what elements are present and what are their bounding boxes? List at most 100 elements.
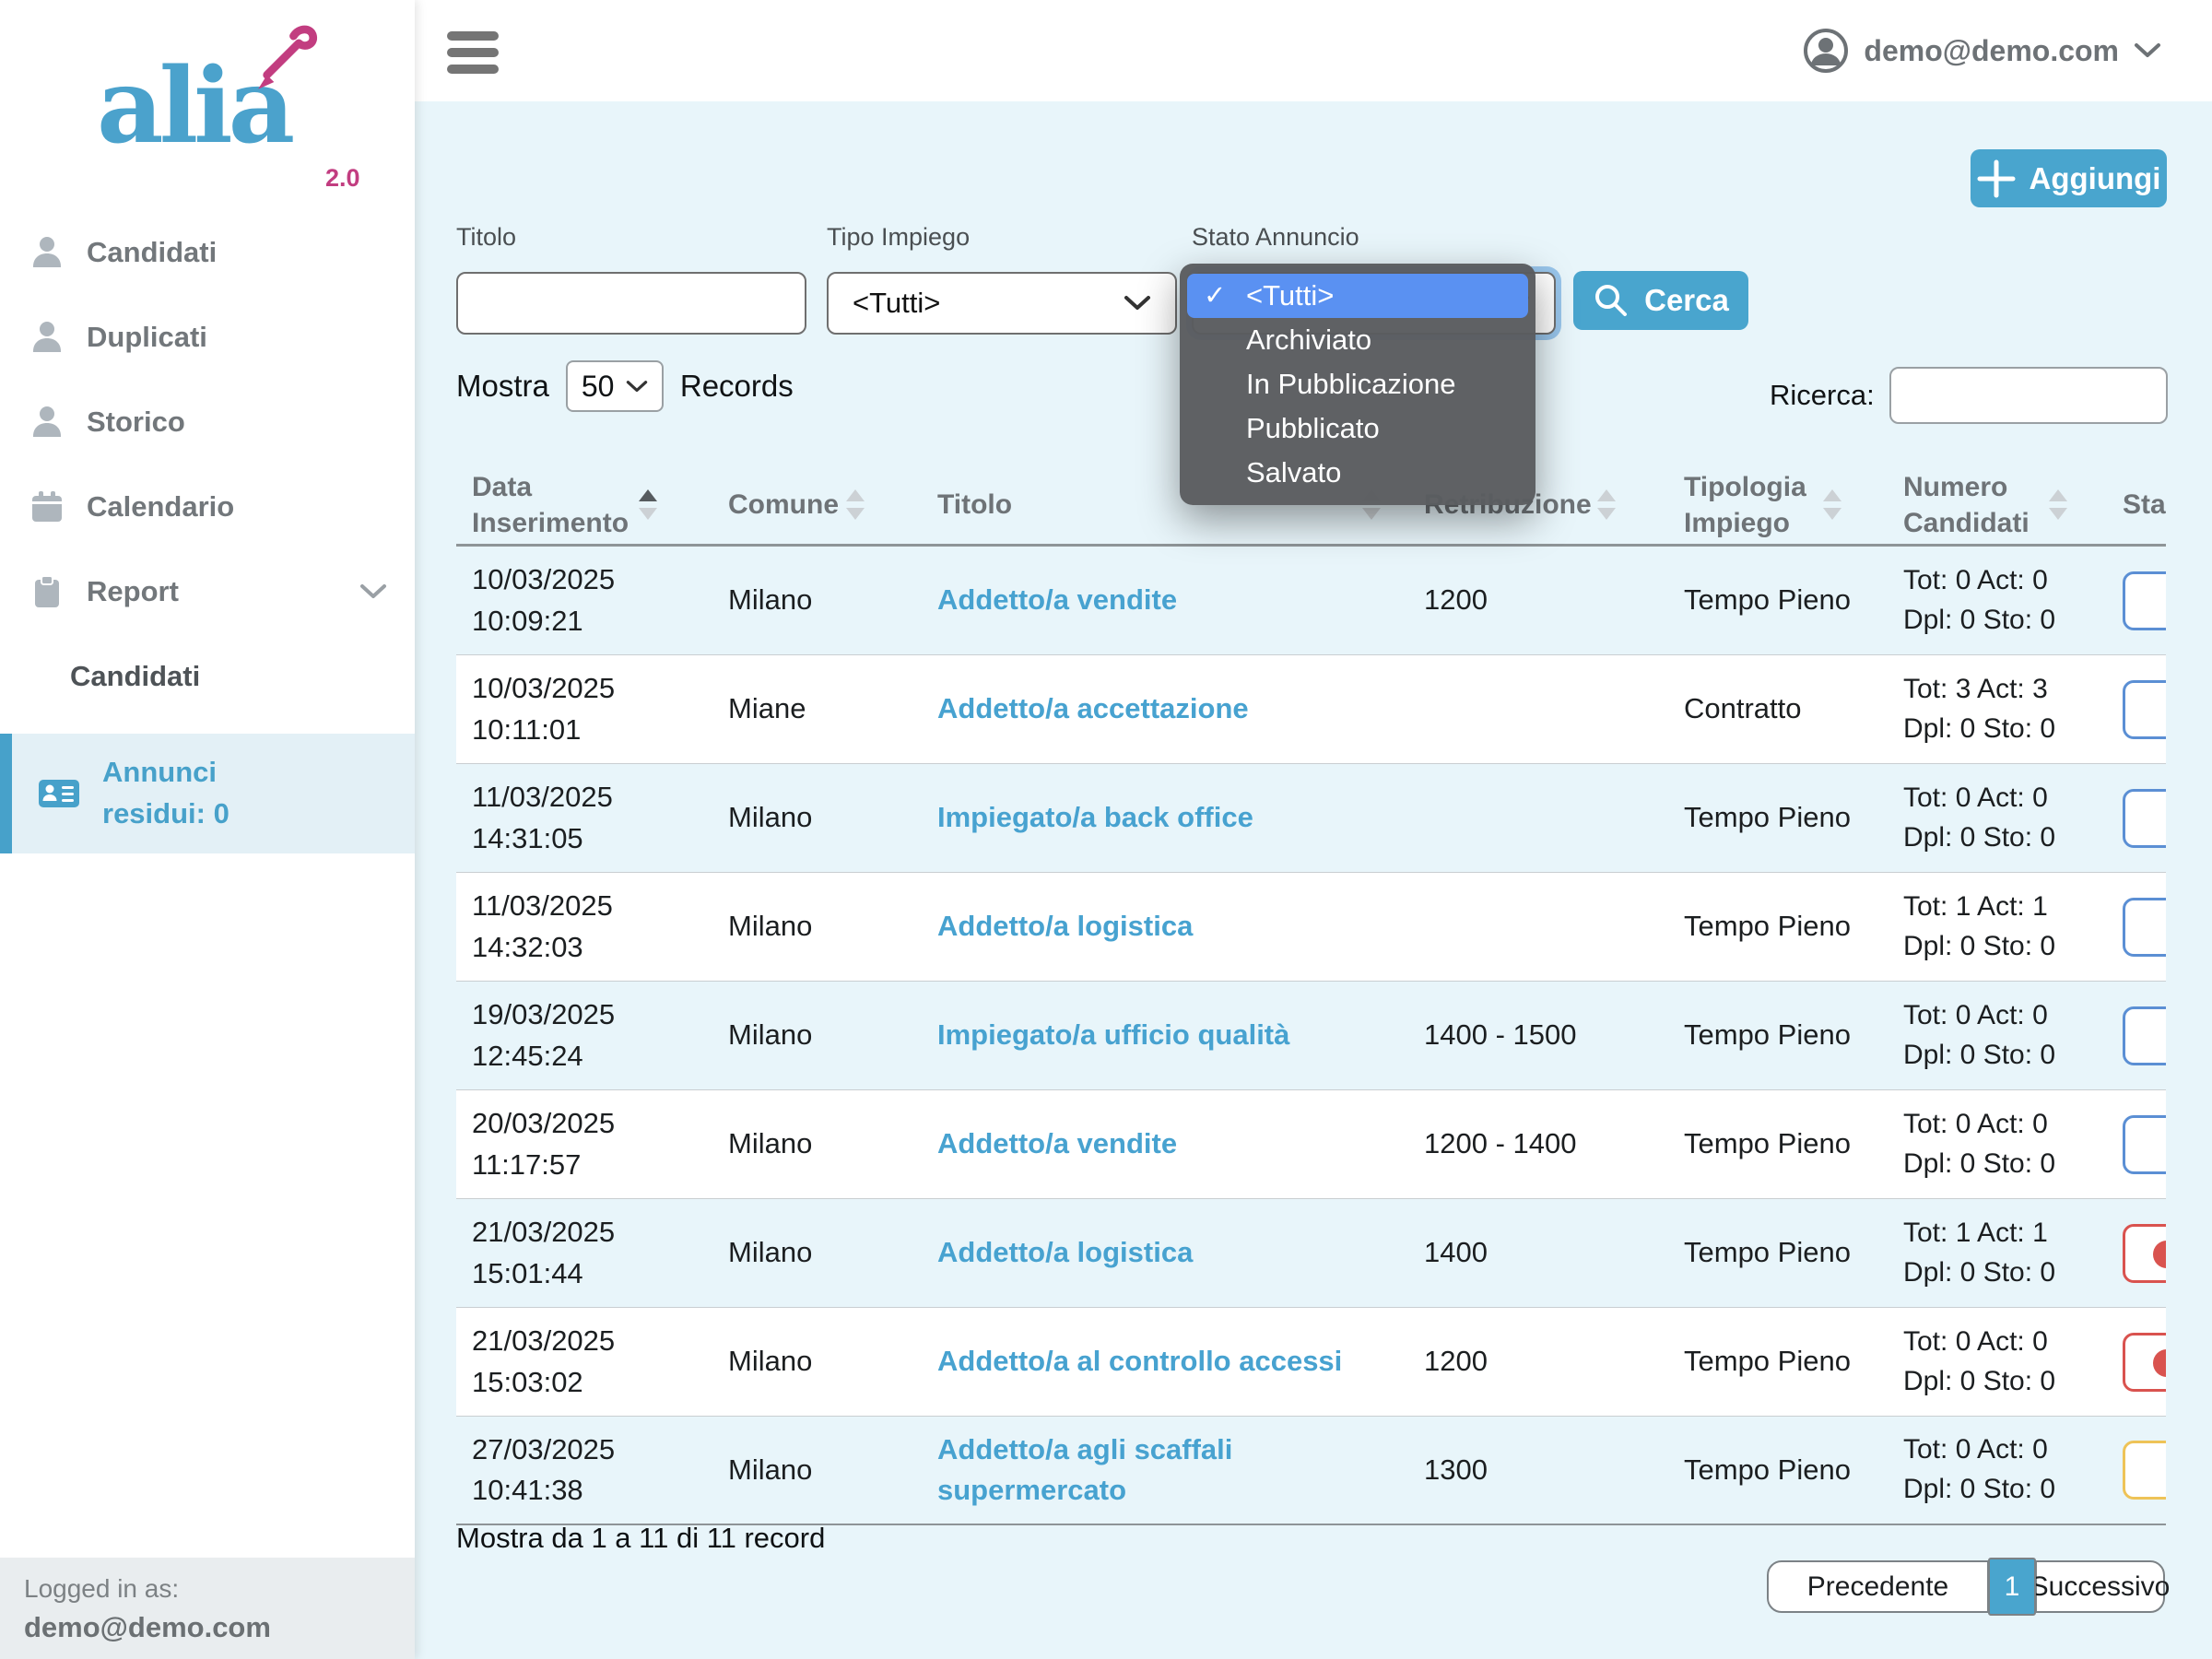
next-page-button[interactable]: Successivo: [2035, 1560, 2165, 1613]
column-header[interactable]: Data Inserimento: [456, 465, 687, 544]
tipo-impiego-select[interactable]: <Tutti>: [827, 272, 1177, 335]
chevron-down-icon: [2134, 42, 2161, 59]
sort-arrows-icon: [1597, 489, 1616, 520]
previous-page-button[interactable]: Precedente: [1767, 1560, 1989, 1613]
sidebar-item-candidati[interactable]: Candidati: [0, 210, 415, 295]
cell-stato: [2097, 547, 2166, 654]
sidebar: alia 2.0 Candidati Duplicati Storico Cal…: [0, 0, 415, 1659]
stato-annuncio-label: Stato Annuncio: [1192, 223, 1556, 252]
sort-arrows-icon: [639, 489, 657, 520]
stato-button[interactable]: [2123, 1115, 2166, 1174]
sidebar-item-label: Calendario: [87, 490, 234, 524]
stato-option[interactable]: Salvato: [1187, 451, 1528, 495]
table-row[interactable]: 10/03/202510:11:01 Miane Addetto/a accet…: [456, 655, 2166, 764]
calendar-icon: [29, 489, 65, 524]
cell-stato: [2097, 655, 2166, 763]
sidebar-item-calendario[interactable]: Calendario: [0, 465, 415, 549]
titolo-label: Titolo: [456, 223, 806, 252]
cell-numero-candidati: Tot: 0 Act: 0 Dpl: 0 Sto: 0: [1871, 1417, 2097, 1524]
table-row[interactable]: 11/03/202514:32:03 Milano Addetto/a logi…: [456, 873, 2166, 982]
user-circle-icon: [1803, 28, 1849, 74]
sidebar-item-label: Storico: [87, 406, 185, 439]
stato-option[interactable]: Archiviato: [1187, 318, 1528, 362]
annuncio-link[interactable]: Addetto/a logistica: [937, 906, 1193, 947]
sidebar-subitem-candidati[interactable]: Candidati: [0, 634, 415, 719]
annuncio-link[interactable]: Addetto/a agli scaffali supermercato: [937, 1430, 1410, 1511]
cell-numero-candidati: Tot: 0 Act: 0 Dpl: 0 Sto: 0: [1871, 1308, 2097, 1416]
stato-option[interactable]: ✓<Tutti>: [1187, 274, 1528, 318]
cell-numero-candidati: Tot: 1 Act: 1 Dpl: 0 Sto: 0: [1871, 873, 2097, 981]
column-header[interactable]: Numero Candidati: [1871, 465, 2097, 544]
column-header: Stato: [2097, 465, 2166, 544]
table-row[interactable]: 11/03/202514:31:05 Milano Impiegato/a ba…: [456, 764, 2166, 873]
app-logo[interactable]: alia 2.0: [97, 55, 373, 203]
sidebar-item-duplicati[interactable]: Duplicati: [0, 295, 415, 380]
annuncio-link[interactable]: Impiegato/a back office: [937, 797, 1253, 838]
cell-retribuzione: 1300: [1410, 1417, 1645, 1524]
current-page-button[interactable]: 1: [1988, 1558, 2036, 1616]
cell-comune: Milano: [687, 1090, 894, 1198]
sidebar-item-storico[interactable]: Storico: [0, 380, 415, 465]
cell-data-inserimento: 19/03/202512:45:24: [456, 982, 687, 1089]
stato-button[interactable]: [2123, 680, 2166, 739]
filter-tipo-impiego: Tipo Impiego <Tutti>: [827, 223, 1177, 335]
stato-button[interactable]: [2123, 1333, 2166, 1392]
stato-option[interactable]: In Pubblicazione: [1187, 362, 1528, 406]
annuncio-link[interactable]: Addetto/a vendite: [937, 580, 1177, 620]
table-row[interactable]: 27/03/202510:41:38 Milano Addetto/a agli…: [456, 1417, 2166, 1525]
pencil-icon: [237, 17, 325, 105]
column-header-label: Stato: [2123, 487, 2166, 523]
sort-arrows-icon: [1823, 489, 1841, 520]
stato-button[interactable]: [2123, 898, 2166, 957]
filter-titolo: Titolo: [456, 223, 806, 335]
sidebar-item-report[interactable]: Report: [0, 549, 415, 634]
stato-option[interactable]: Pubblicato: [1187, 406, 1528, 451]
annuncio-link[interactable]: Addetto/a al controllo accessi: [937, 1341, 1342, 1382]
mostra-label: Mostra: [456, 369, 549, 404]
cell-comune: Milano: [687, 873, 894, 981]
search-button[interactable]: Cerca: [1573, 271, 1748, 330]
cell-comune: Milano: [687, 1308, 894, 1416]
table-row[interactable]: 10/03/202510:09:21 Milano Addetto/a vend…: [456, 547, 2166, 655]
cell-data-inserimento: 10/03/202510:11:01: [456, 655, 687, 763]
table-row[interactable]: 21/03/202515:03:02 Milano Addetto/a al c…: [456, 1308, 2166, 1417]
cell-comune: Milano: [687, 547, 894, 654]
stato-button[interactable]: [2123, 789, 2166, 848]
sidebar-item-annunci[interactable]: Annunci residui: 0: [0, 734, 415, 853]
add-button-label: Aggiungi: [2030, 161, 2161, 196]
stato-button[interactable]: [2123, 571, 2166, 630]
stato-button[interactable]: [2123, 1006, 2166, 1065]
page-size-select[interactable]: 50: [566, 360, 664, 412]
clipboard-icon: [29, 574, 65, 609]
column-header[interactable]: Tipologia Impiego: [1645, 465, 1871, 544]
logo-version: 2.0: [325, 164, 360, 193]
stato-button[interactable]: [2123, 1224, 2166, 1283]
cell-retribuzione: 1200: [1410, 1308, 1645, 1416]
user-menu[interactable]: demo@demo.com: [1803, 0, 2161, 101]
hamburger-menu-icon[interactable]: [447, 31, 499, 81]
column-header[interactable]: Comune: [687, 465, 894, 544]
status-dot-icon: [2153, 1241, 2166, 1268]
annuncio-link[interactable]: Addetto/a accettazione: [937, 688, 1249, 729]
cell-tipologia: Tempo Pieno: [1645, 1308, 1871, 1416]
annuncio-link[interactable]: Addetto/a vendite: [937, 1124, 1177, 1164]
cell-titolo: Addetto/a vendite: [894, 547, 1410, 654]
ricerca-input[interactable]: [1889, 367, 2168, 424]
table-row[interactable]: 21/03/202515:01:44 Milano Addetto/a logi…: [456, 1199, 2166, 1308]
add-button[interactable]: Aggiungi: [1971, 149, 2167, 207]
cell-titolo: Addetto/a logistica: [894, 873, 1410, 981]
table-row[interactable]: 20/03/202511:17:57 Milano Addetto/a vend…: [456, 1090, 2166, 1199]
annuncio-link[interactable]: Impiegato/a ufficio qualità: [937, 1015, 1289, 1055]
table-row[interactable]: 19/03/202512:45:24 Milano Impiegato/a uf…: [456, 982, 2166, 1090]
annuncio-link[interactable]: Addetto/a logistica: [937, 1232, 1193, 1273]
quick-search: Ricerca:: [1770, 367, 2168, 424]
titolo-input[interactable]: [456, 272, 806, 335]
cell-stato: [2097, 1308, 2166, 1416]
column-header-label: Tipologia Impiego: [1684, 469, 1823, 541]
sidebar-footer: Logged in as: demo@demo.com: [0, 1558, 415, 1659]
checkmark-icon: ✓: [1204, 274, 1226, 318]
logged-in-as-label: Logged in as:: [24, 1574, 391, 1604]
cell-data-inserimento: 21/03/202515:01:44: [456, 1199, 687, 1307]
records-label: Records: [680, 369, 794, 404]
stato-button[interactable]: [2123, 1441, 2166, 1500]
